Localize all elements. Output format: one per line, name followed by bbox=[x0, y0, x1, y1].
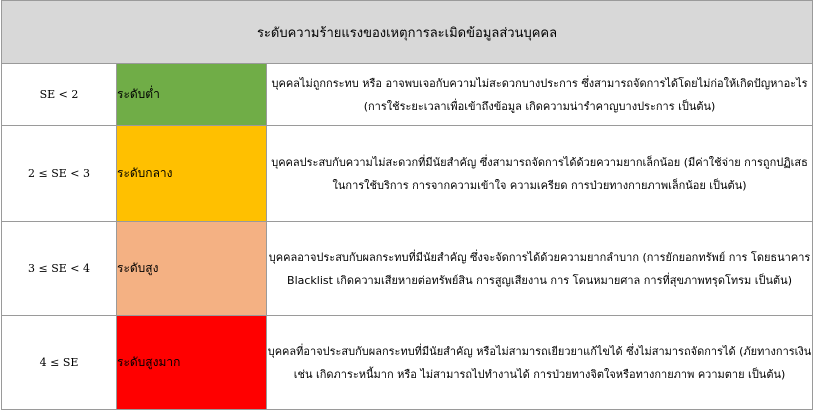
description-cell: บุคคลที่อาจประสบกับผลกระทบที่มีนัยสำคัญ … bbox=[265, 315, 813, 410]
description-cell: บุคคลประสบกับความไม่สะดวกที่มีนัยสำคัญ ซ… bbox=[265, 125, 813, 222]
level-cell-high: ระดับสูง bbox=[116, 221, 267, 316]
level-cell-very-high: ระดับสูงมาก bbox=[116, 315, 267, 410]
level-cell-medium: ระดับกลาง bbox=[116, 125, 267, 222]
score-range-cell: 4 ≤ SE bbox=[1, 315, 117, 410]
score-range-cell: 2 ≤ SE < 3 bbox=[1, 125, 117, 222]
table-row-medium: 2 ≤ SE < 3 ระดับกลาง บุคคลประสบกับความไม… bbox=[1, 125, 813, 222]
table-row-high: 3 ≤ SE < 4 ระดับสูง บุคคลอาจประสบกับผลกร… bbox=[1, 221, 813, 316]
table-title: ระดับความร้ายแรงของเหตุการละเมิดข้อมูลส่… bbox=[0, 0, 813, 64]
table-row-low: SE < 2 ระดับต่ำ บุคคลไม่ถูกกระทบ หรือ อา… bbox=[1, 63, 813, 126]
table-header-row: ระดับความร้ายแรงของเหตุการละเมิดข้อมูลส่… bbox=[0, 0, 813, 64]
table-row-very-high: 4 ≤ SE ระดับสูงมาก บุคคลที่อาจประสบกับผล… bbox=[1, 315, 813, 410]
level-cell-low: ระดับต่ำ bbox=[116, 63, 267, 126]
severity-table: ระดับความร้ายแรงของเหตุการละเมิดข้อมูลส่… bbox=[0, 0, 813, 410]
score-range-cell: SE < 2 bbox=[1, 63, 117, 126]
description-cell: บุคคลไม่ถูกกระทบ หรือ อาจพบเจอกับความไม่… bbox=[265, 63, 813, 126]
score-range-cell: 3 ≤ SE < 4 bbox=[1, 221, 117, 316]
description-cell: บุคคลอาจประสบกับผลกระทบที่มีนัยสำคัญ ซึ่… bbox=[265, 221, 813, 316]
